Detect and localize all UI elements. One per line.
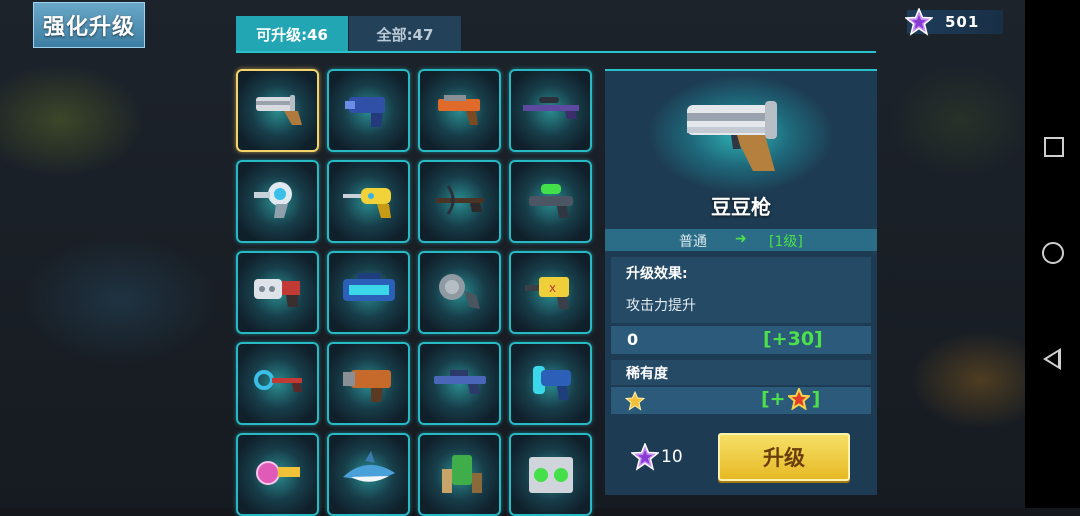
- weapon-slot-cyan-pulse-gun[interactable]: [509, 342, 592, 425]
- tab-bar: 可升级:46 全部:47: [236, 16, 876, 52]
- back-icon[interactable]: [1043, 348, 1061, 370]
- stat-bonus: [+30]: [763, 328, 823, 350]
- rarity-title: 稀有度: [626, 366, 668, 382]
- pea-gun-preview-icon: [687, 101, 777, 171]
- purple-star-icon: [905, 8, 933, 36]
- cyan-pulse-gun-icon: [533, 366, 571, 400]
- rarity-bonus-suffix: ]: [811, 388, 821, 410]
- red-star-icon: [787, 388, 810, 410]
- recent-apps-icon[interactable]: [1044, 137, 1064, 157]
- weapon-slot-assault-rifle[interactable]: [418, 342, 501, 425]
- effect-title: 升级效果:: [626, 266, 688, 282]
- crossbow-icon: [436, 185, 484, 215]
- rarity-bonus: [+ ]: [761, 388, 820, 410]
- weapon-name: 豆豆枪: [711, 195, 771, 219]
- page-title: 强化升级: [33, 2, 145, 48]
- currency-display: 501: [905, 8, 1003, 36]
- arrow-right-icon: ➜: [735, 231, 747, 247]
- purple-star-icon: [631, 443, 659, 471]
- weapon-slot-blue-blaster[interactable]: [327, 69, 410, 152]
- upgrade-effect-box: 升级效果: 攻击力提升: [611, 257, 871, 323]
- sniper-rifle-icon: [523, 97, 579, 119]
- home-icon[interactable]: [1042, 242, 1064, 264]
- weapon-slot-blue-energy-cannon[interactable]: [327, 251, 410, 334]
- weapon-slot-green-plasma-gun[interactable]: [509, 160, 592, 243]
- weapon-slot-yellow-water-gun[interactable]: [327, 160, 410, 243]
- blue-energy-cannon-icon: [343, 273, 395, 301]
- currency-value: 501: [945, 13, 980, 31]
- rarity-level-bar: 普通 ➜ [1级]: [605, 229, 877, 251]
- rocket-launcher-icon: [343, 370, 391, 402]
- effect-description: 攻击力提升: [626, 298, 696, 314]
- rarity-bonus-prefix: [+: [761, 388, 786, 410]
- weapon-level: [1级]: [769, 234, 803, 250]
- tab-all[interactable]: 全部:47: [349, 16, 461, 52]
- green-plasma-gun-icon: [529, 184, 573, 218]
- ray-gun-icon: [254, 182, 292, 218]
- gatling-shotgun-icon: [254, 279, 300, 307]
- weapon-slot-shark-launcher[interactable]: [327, 433, 410, 516]
- yellow-water-gun-icon: [343, 188, 391, 218]
- cost-value: 10: [661, 447, 683, 467]
- svg-text:x: x: [549, 281, 556, 295]
- rarity-title-box: 稀有度: [611, 360, 871, 385]
- upgrade-button[interactable]: 升级: [718, 433, 850, 481]
- speaker-box-icon: [529, 457, 573, 493]
- weapon-slot-rocket-launcher[interactable]: [327, 342, 410, 425]
- pea-gun-icon: [256, 95, 302, 125]
- android-nav-bar: [1025, 0, 1080, 508]
- weapon-slot-pea-gun[interactable]: [236, 69, 319, 152]
- weapon-slot-yellow-blaster[interactable]: x: [509, 251, 592, 334]
- weapon-slot-speaker-box[interactable]: [509, 433, 592, 516]
- pink-orb-gun-icon: [256, 461, 300, 485]
- stat-current: 0: [627, 330, 639, 349]
- rarity-name: 普通: [679, 234, 707, 250]
- yellow-blaster-icon: x: [525, 277, 569, 309]
- shark-launcher-icon: [343, 451, 395, 482]
- grey-orb-gun-icon: [439, 274, 480, 309]
- attack-stat-row: 0 [+30]: [611, 326, 871, 354]
- gold-star-icon: [625, 391, 645, 411]
- blue-blaster-icon: [345, 97, 385, 127]
- weapon-slot-crossbow[interactable]: [418, 160, 501, 243]
- weapon-slot-pink-orb-gun[interactable]: [236, 433, 319, 516]
- weapon-slot-orange-pistol[interactable]: [418, 69, 501, 152]
- weapon-slot-ring-blade-gun[interactable]: [236, 342, 319, 425]
- weapon-slot-green-cannon[interactable]: [418, 433, 501, 516]
- weapon-slot-grey-orb-gun[interactable]: [418, 251, 501, 334]
- weapon-slot-ray-gun[interactable]: [236, 160, 319, 243]
- tab-upgradable[interactable]: 可升级:46: [236, 16, 348, 52]
- upgrade-cost: 10: [631, 443, 683, 471]
- assault-rifle-icon: [434, 370, 486, 394]
- rarity-row: [+ ]: [611, 387, 871, 414]
- ring-blade-gun-icon: [254, 370, 302, 392]
- orange-pistol-icon: [438, 95, 480, 125]
- weapon-slot-gatling-shotgun[interactable]: [236, 251, 319, 334]
- tab-divider: [236, 51, 876, 53]
- weapon-slot-sniper-rifle[interactable]: [509, 69, 592, 152]
- green-cannon-icon: [442, 455, 482, 493]
- detail-panel: 豆豆枪 普通 ➜ [1级] 升级效果: 攻击力提升 0 [+30] 稀有度 [+…: [605, 69, 877, 495]
